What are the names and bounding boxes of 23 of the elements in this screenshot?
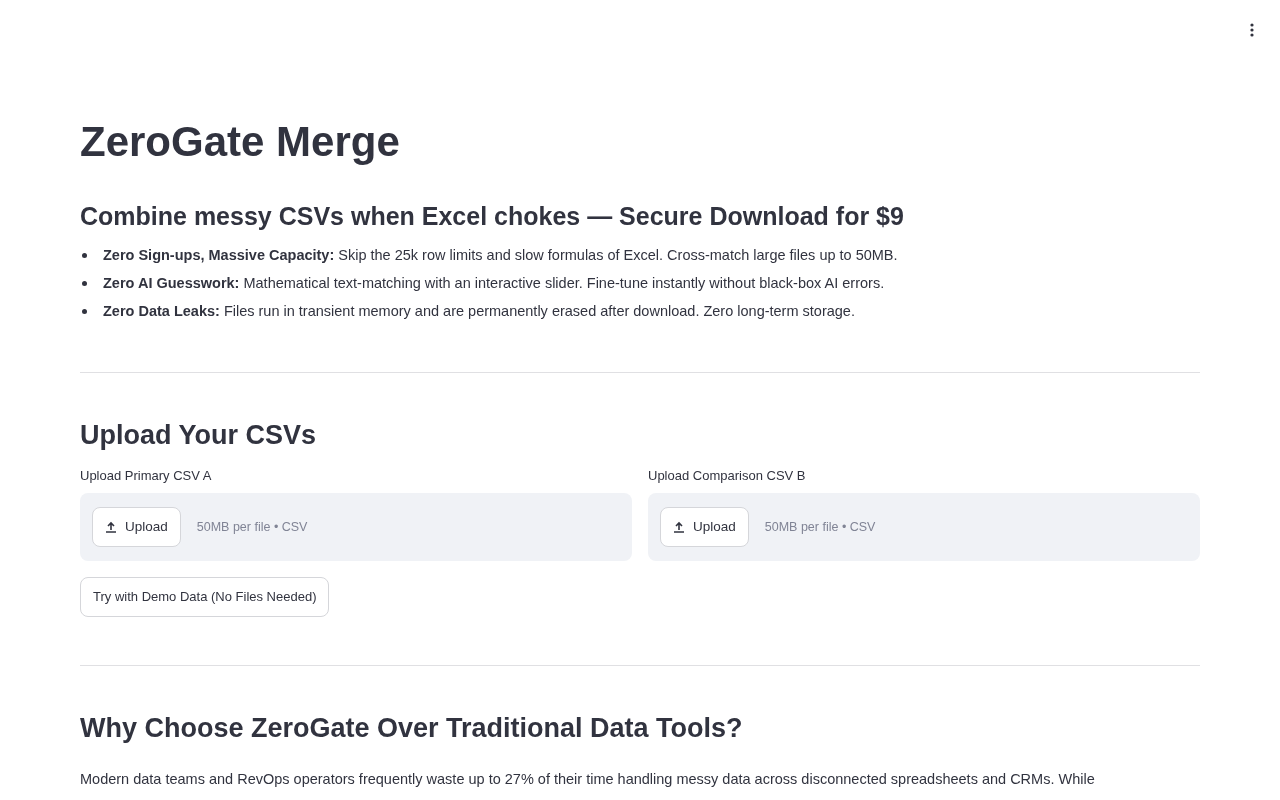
section-heading: Why Choose ZeroGate Over Traditional Data Tools? bbox=[80, 712, 743, 745]
file-dropzone[interactable]: Upload 50MB per file • CSV bbox=[80, 493, 632, 561]
feature-text: Zero Sign-ups, Massive Capacity: Skip the 25k row limits and slow formulas of Excel. Cross-match large files up to 50MB. bbox=[103, 246, 898, 265]
bullet-icon bbox=[82, 308, 87, 314]
uploader-label: Upload Comparison CSV B bbox=[648, 467, 806, 485]
uploader-label: Upload Primary CSV A bbox=[80, 467, 212, 485]
intro-paragraph: Modern data teams and RevOps operators frequently waste up to 27% of their time handling messy data across disconnected spreadsheets and CRMs. While bbox=[80, 770, 1096, 789]
upload-hint: 50MB per file • CSV bbox=[764, 518, 876, 536]
upload-button[interactable]: Upload bbox=[92, 507, 181, 547]
subtitle: Combine messy CSVs when Excel chokes — Secure Download for $9 bbox=[80, 201, 904, 232]
file-dropzone[interactable]: Upload 50MB per file • CSV bbox=[648, 493, 1200, 561]
bullet-icon bbox=[82, 280, 87, 286]
feature-text: Zero AI Guesswork: Mathematical text-matching with an interactive slider. Fine-tune instantly without black-box AI errors. bbox=[103, 274, 885, 293]
bullet-icon bbox=[82, 252, 87, 258]
page-title: ZeroGate Merge bbox=[80, 117, 400, 167]
demo-data-button[interactable]: Try with Demo Data (No Files Needed) bbox=[80, 577, 330, 617]
upload-icon bbox=[673, 521, 685, 533]
upload-icon bbox=[105, 521, 117, 533]
upload-hint: 50MB per file • CSV bbox=[196, 518, 308, 536]
upload-button[interactable]: Upload bbox=[660, 507, 749, 547]
section-heading: Upload Your CSVs bbox=[80, 419, 317, 452]
feature-text: Zero Data Leaks: Files run in transient memory and are permanently erased after download. Zero long-term storage. bbox=[103, 302, 855, 321]
menu-icon bbox=[1250, 23, 1254, 37]
